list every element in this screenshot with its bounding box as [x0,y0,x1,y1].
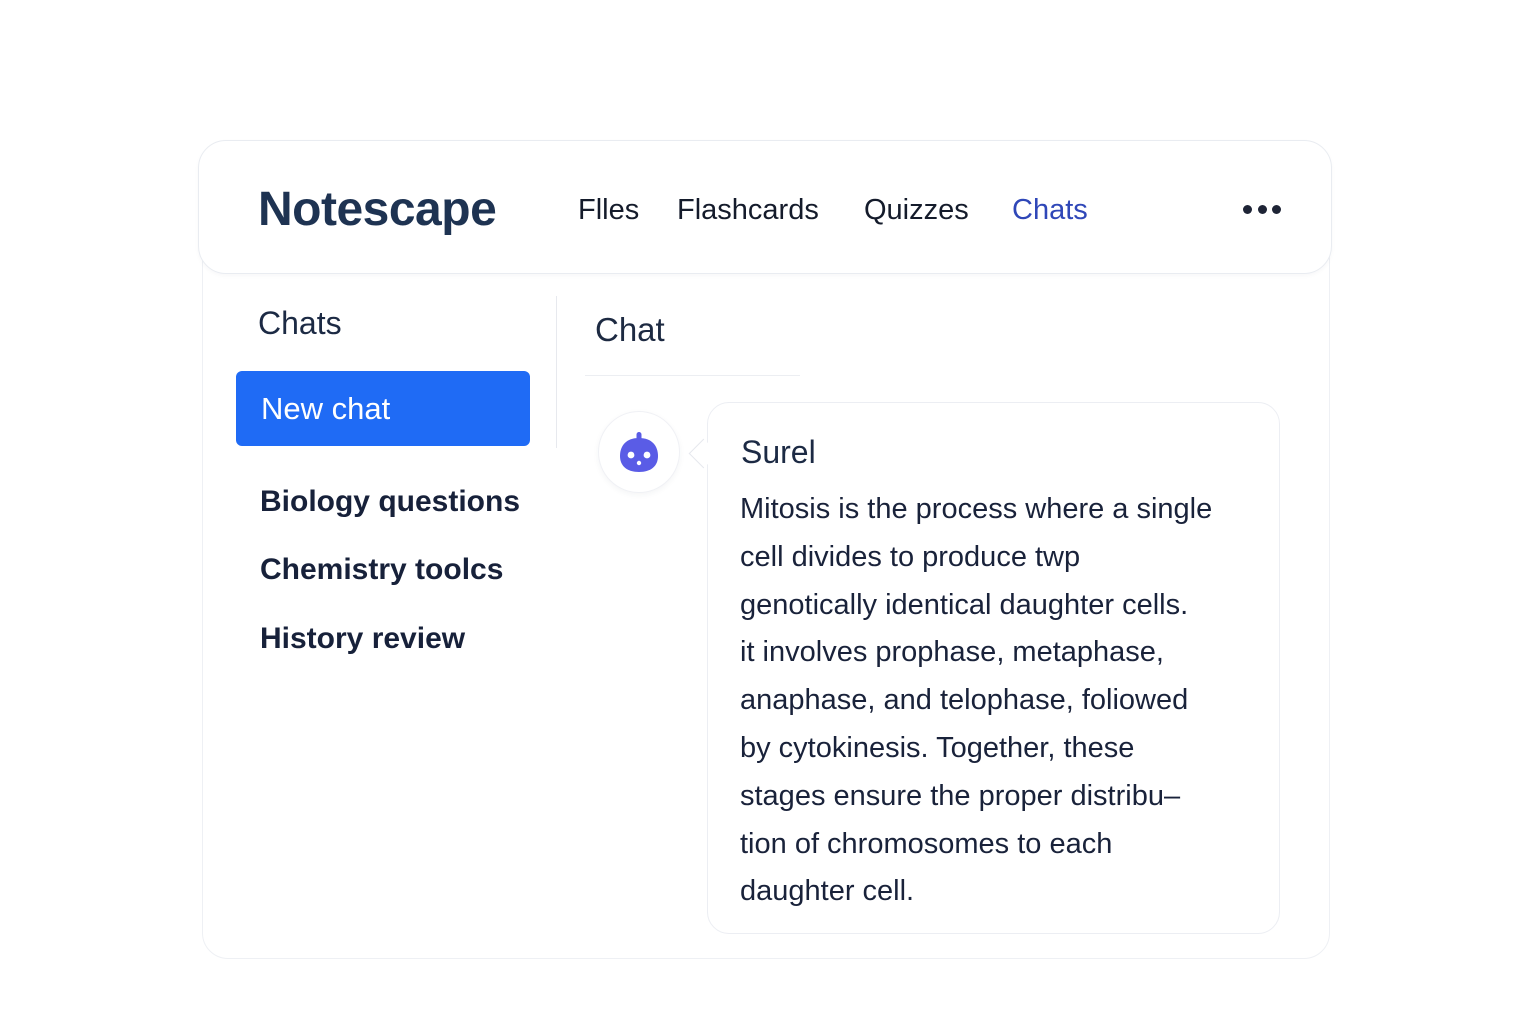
chat-title-divider [585,375,800,376]
nav-quizzes[interactable]: Quizzes [864,190,969,230]
bot-icon [620,432,658,472]
message-line: stages ensure the proper distribu– [740,779,1181,812]
message-line: genotically identical daughter cells. [740,588,1189,621]
message-text: Mitosis is the process where a single ce… [740,486,1280,916]
nav-files[interactable]: Flles [578,190,639,230]
message-line: anaphase, and telophase, foliowed [740,684,1189,717]
message-line: Mitosis is the process where a single [740,493,1213,525]
more-dot [1272,204,1281,214]
nav-flashcards[interactable]: Flashcards [677,190,819,230]
nav-chats[interactable]: Chats [1012,190,1088,230]
message-line: tion of chromosomes to each [740,827,1113,860]
message-sender: Surel [741,434,816,470]
message-line: by cytokinesis. Together, these [740,731,1135,764]
new-chat-button[interactable]: New chat [236,371,530,446]
sidebar-item-history-review[interactable]: History review [260,619,465,659]
app-logo[interactable]: Notescape [258,180,497,240]
message-line: cell divides to produce twp [740,540,1081,573]
message-line: daughter cell. [740,875,915,908]
avatar [598,411,680,493]
message-line: it involves prophase, metaphase, [740,636,1164,669]
more-dot [1243,204,1252,214]
sidebar-divider [556,296,557,448]
chat-title: Chat [595,311,665,348]
more-horizontal-icon[interactable] [1243,199,1281,219]
sidebar-title: Chats [258,305,342,341]
more-dot [1257,204,1267,214]
sidebar-item-chemistry-tools[interactable]: Chemistry toolcs [260,550,503,590]
app-window: Notescape Flles Flashcards Quizzes Chats… [0,0,1536,1024]
sidebar-item-biology-questions[interactable]: Biology questions [260,482,520,522]
